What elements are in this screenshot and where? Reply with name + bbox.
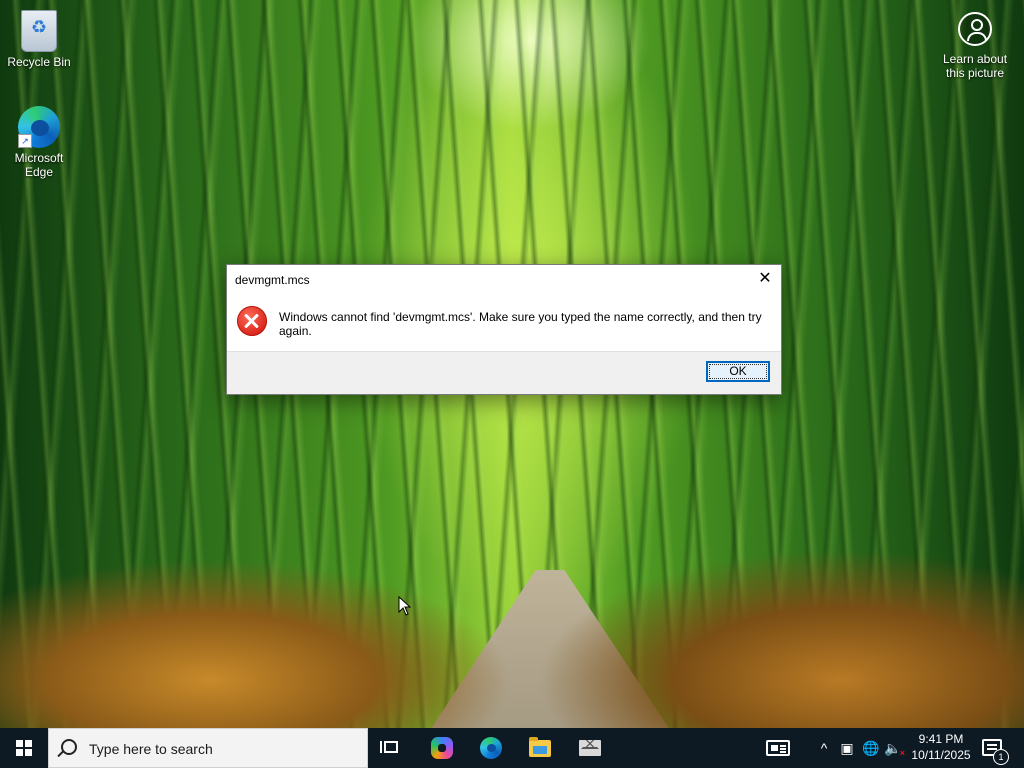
desktop-icon-recycle-bin[interactable]: Recycle Bin [2, 10, 76, 69]
notification-center-button[interactable]: 1 [982, 739, 1009, 765]
start-button[interactable] [0, 728, 48, 768]
news-widget-icon[interactable] [766, 740, 790, 756]
close-button[interactable]: ✕ [755, 269, 775, 289]
network-icon[interactable]: 🌐 [862, 738, 880, 758]
close-icon: ✕ [758, 270, 772, 287]
notification-count-badge: 1 [993, 749, 1009, 765]
desktop-icon-microsoft-edge[interactable]: ↗ Microsoft Edge [2, 106, 76, 179]
edge-icon [480, 737, 502, 759]
shortcut-arrow-icon: ↗ [18, 134, 32, 148]
learn-about-this-picture[interactable]: Learn about this picture [934, 12, 1016, 80]
camera-icon [958, 12, 992, 46]
volume-muted-icon[interactable]: 🔈 × [884, 738, 905, 758]
ok-button[interactable]: OK [706, 361, 770, 382]
ok-button-label: OK [709, 364, 767, 379]
meet-now-icon[interactable]: ▣ [838, 738, 856, 758]
search-icon [61, 739, 77, 755]
dialog-message: Windows cannot find 'devmgmt.mcs'. Make … [279, 310, 762, 338]
file-explorer-button[interactable] [516, 728, 564, 768]
dialog-footer: OK [227, 351, 781, 394]
copilot-button[interactable] [419, 728, 467, 768]
task-view-icon [380, 741, 398, 753]
clock-date: 10/11/2025 [911, 748, 971, 762]
error-dialog[interactable]: devmgmt.mcs ✕ Windows cannot find 'devmg… [226, 264, 782, 395]
recycle-bin-icon [21, 10, 57, 52]
desktop-icon-label: Microsoft Edge [14, 151, 64, 179]
taskbar: Type here to search ^ ▣ 🌐 🔈 × 9:41 PM 10/… [0, 728, 1024, 768]
copilot-icon [431, 737, 453, 759]
error-icon [237, 306, 267, 336]
mail-icon [579, 740, 601, 756]
dialog-title: devmgmt.mcs [235, 273, 310, 287]
wallpaper-grass-left [0, 540, 560, 728]
edge-taskbar-button[interactable] [467, 728, 515, 768]
edge-icon: ↗ [18, 106, 60, 148]
clock[interactable]: 9:41 PM 10/11/2025 [906, 731, 976, 763]
wallpaper-grass-right [540, 530, 1024, 728]
learn-about-label: Learn about this picture [942, 52, 1008, 80]
show-hidden-icons-button[interactable]: ^ [815, 738, 833, 758]
windows-logo-icon [16, 740, 32, 756]
mail-button[interactable] [566, 728, 614, 768]
search-placeholder: Type here to search [89, 741, 213, 757]
search-box[interactable]: Type here to search [48, 728, 368, 768]
file-explorer-icon [529, 737, 551, 757]
task-view-button[interactable] [368, 728, 416, 768]
mute-x-icon: × [899, 748, 905, 758]
desktop-icon-label: Recycle Bin [7, 55, 71, 69]
clock-time: 9:41 PM [918, 732, 964, 746]
